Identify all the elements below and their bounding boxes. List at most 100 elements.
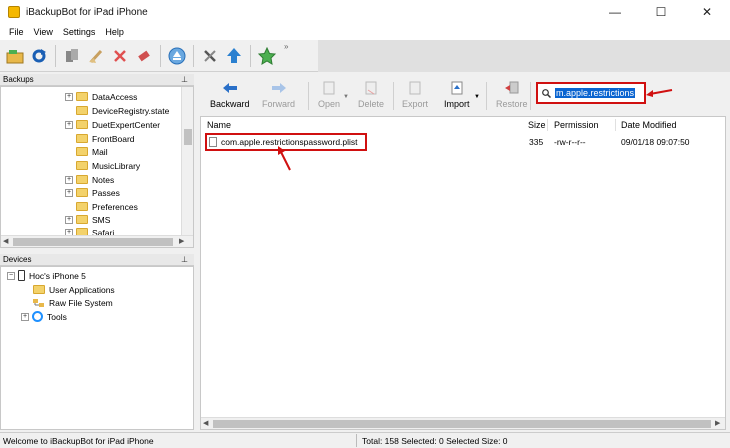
import-dropdown-icon[interactable]: ▼ [474,94,480,100]
open-backup-icon[interactable] [4,44,26,68]
expand-icon[interactable]: + [65,92,73,101]
tree-item[interactable]: FrontBoard [76,132,135,145]
backups-vertical-scrollbar[interactable] [181,87,193,235]
menu-settings[interactable]: Settings [58,27,101,37]
collapse-icon[interactable]: − [7,271,15,280]
maximize-button[interactable]: ☐ [638,0,684,24]
column-header-size[interactable]: Size [528,120,546,130]
folder-icon [33,285,45,294]
scroll-thumb[interactable] [13,238,173,246]
tree-item[interactable]: Preferences [76,200,138,213]
iphone-icon [18,270,25,281]
column-header-date[interactable]: Date Modified [621,120,677,130]
title-bar: iBackupBot for iPad iPhone — ☐ ✕ [0,0,730,24]
pin-icon[interactable]: ⊥ [181,75,188,84]
column-header-permission[interactable]: Permission [554,120,599,130]
toolbar-separator [308,82,309,110]
backups-tree: + DataAccess DeviceRegistry.state + DuetEx… [0,86,194,248]
open-button[interactable]: Open [318,80,340,109]
column-divider[interactable] [547,119,548,131]
tree-item[interactable]: User Applications [33,283,115,296]
status-welcome: Welcome to iBackupBot for iPad iPhone [3,436,154,446]
scroll-left-icon[interactable]: ◀ [3,237,8,245]
file-system-icon [33,298,45,308]
tree-item[interactable]: + Passes [65,186,120,199]
pin-icon[interactable]: ⊥ [181,255,188,264]
file-list-horizontal-scrollbar[interactable]: ◀ ▶ [201,417,725,429]
backups-horizontal-scrollbar[interactable]: ◀ ▶ [1,235,193,247]
toolbar-separator [393,82,394,110]
scroll-left-icon[interactable]: ◀ [203,419,208,427]
tree-item[interactable]: Raw File System [33,296,113,309]
file-date: 09/01/18 09:07:50 [621,137,690,147]
tree-item[interactable]: MusicLibrary [76,159,140,172]
open-dropdown-icon[interactable]: ▼ [343,94,349,100]
device-node[interactable]: − Hoc's iPhone 5 [7,269,86,282]
column-header-name[interactable]: Name [207,120,231,130]
scroll-thumb[interactable] [184,129,192,145]
tree-item[interactable]: Mail [76,145,108,158]
expand-icon[interactable]: + [21,312,29,321]
eject-icon[interactable] [166,44,188,68]
toolbar-separator [530,82,531,110]
expand-icon[interactable]: + [65,188,73,197]
folder-icon [76,147,88,156]
minimize-button[interactable]: — [592,0,638,24]
tree-item[interactable]: DeviceRegistry.state [76,104,169,117]
file-permission: -rw-r--r-- [554,137,586,147]
backward-button[interactable]: Backward [210,80,250,109]
devices-panel-header: Devices ⊥ [0,254,194,266]
status-divider [356,434,357,447]
toolbar-overflow-icon[interactable]: » [284,42,288,51]
folder-icon [76,175,88,184]
tree-item[interactable]: + SMS [65,213,110,226]
erase-icon[interactable] [133,44,155,68]
tree-item[interactable]: + Notes [65,173,114,186]
toolbar-separator [160,44,161,67]
toolbar-separator [486,82,487,110]
folder-icon [76,134,88,143]
copy-icon[interactable] [61,44,83,68]
tree-item[interactable]: + Tools [21,310,67,323]
scroll-right-icon[interactable]: ▶ [715,419,720,427]
search-input-value: m.apple.restrictions [555,88,636,98]
folder-icon [76,215,88,224]
clean-icon[interactable] [85,44,107,68]
scroll-right-icon[interactable]: ▶ [179,237,184,245]
folder-icon [76,92,88,101]
tools-icon[interactable] [199,44,221,68]
tree-item[interactable]: + DataAccess [65,90,137,103]
annotation-arrow-icon [278,146,291,171]
folder-icon [76,161,88,170]
toolbar-empty-area [318,40,730,72]
delete-file-icon [363,80,379,96]
main-toolbar: » [0,40,318,72]
close-button[interactable]: ✕ [684,0,730,24]
delete-button[interactable]: Delete [358,80,384,109]
scroll-thumb[interactable] [213,420,711,428]
export-button[interactable]: Export [402,80,428,109]
star-icon[interactable] [256,44,278,68]
expand-icon[interactable]: + [65,215,73,224]
search-icon [542,88,551,98]
status-summary: Total: 158 Selected: 0 Selected Size: 0 [362,436,508,446]
tree-item[interactable]: + DuetExpertCenter [65,118,160,131]
forward-button[interactable]: Forward [262,80,295,109]
column-divider[interactable] [615,119,616,131]
toolbar-separator [193,44,194,67]
refresh-icon[interactable] [28,44,50,68]
expand-icon[interactable]: + [65,120,73,129]
app-icon [8,6,20,18]
expand-icon[interactable]: + [65,175,73,184]
delete-icon[interactable] [109,44,131,68]
annotation-arrow-icon [646,89,673,97]
menu-view[interactable]: View [29,27,58,37]
search-input[interactable]: m.apple.restrictions [536,82,646,104]
menu-help[interactable]: Help [100,27,129,37]
folder-icon [76,106,88,115]
import-button[interactable]: Import [444,80,470,109]
restore-button[interactable]: Restore [496,80,528,109]
menu-file[interactable]: File [4,27,29,37]
devices-tree: − Hoc's iPhone 5 User Applications Raw Fi… [0,266,194,430]
upload-icon[interactable] [223,44,245,68]
